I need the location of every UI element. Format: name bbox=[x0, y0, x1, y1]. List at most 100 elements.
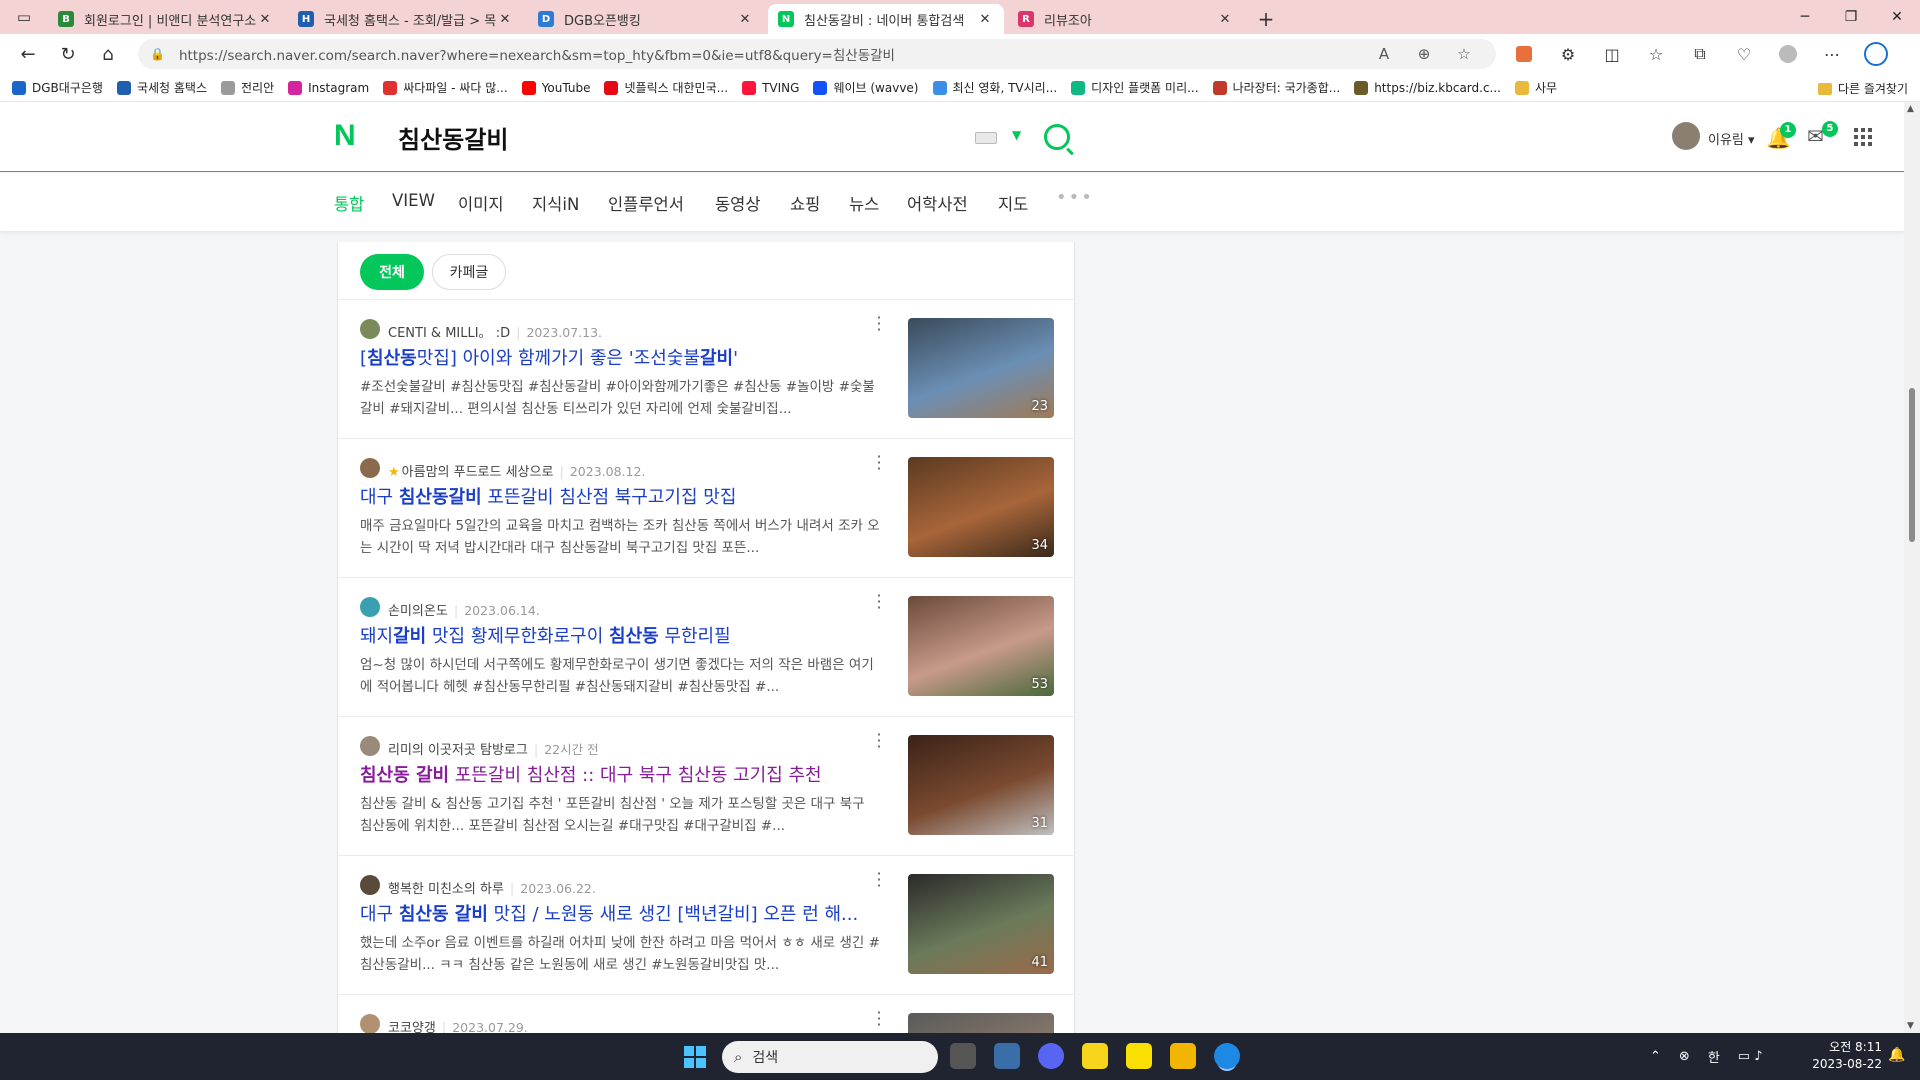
result-author[interactable]: 코코양갱 bbox=[388, 1021, 436, 1033]
tab-3[interactable]: 지식iN bbox=[532, 191, 579, 215]
bookmark-label[interactable]: 사무 bbox=[1535, 79, 1557, 96]
tab-6[interactable]: 쇼핑 bbox=[790, 191, 820, 215]
tab-title[interactable]: 리뷰조아 bbox=[1044, 10, 1216, 29]
autocomplete-toggle-icon[interactable]: ▼ bbox=[1012, 128, 1021, 142]
browser-tab[interactable]: N 침산동갈비 : 네이버 통합검색 ✕ bbox=[768, 4, 1004, 34]
result-snippet[interactable]: 했는데 소주or 음료 이벤트를 하길래 어차피 낮에 한잔 하려고 마음 먹어… bbox=[360, 932, 880, 976]
browser-tab[interactable]: H 국세청 홈택스 - 조회/발급 > 목록 ✕ bbox=[288, 4, 524, 34]
extensions-puzzle-icon[interactable]: ⚙ bbox=[1546, 38, 1590, 70]
read-aloud-icon[interactable]: A bbox=[1364, 45, 1404, 63]
lock-icon[interactable]: 🔒 bbox=[150, 47, 165, 61]
favorite-star-icon[interactable]: ☆ bbox=[1444, 45, 1484, 63]
title-part[interactable]: 맛집 황제무한화로구이 bbox=[426, 626, 609, 647]
avatar[interactable] bbox=[360, 875, 380, 895]
result-author[interactable]: 아름맘의 푸드로드 세상으로 bbox=[402, 465, 554, 480]
result-thumbnail[interactable]: 41 bbox=[908, 874, 1054, 974]
tab-5[interactable]: 동영상 bbox=[715, 191, 761, 215]
avatar[interactable] bbox=[360, 597, 380, 617]
more-tabs-icon[interactable]: ••• bbox=[1056, 187, 1094, 208]
avatar[interactable] bbox=[360, 319, 380, 339]
tab-7[interactable]: 뉴스 bbox=[849, 191, 879, 215]
other-bookmarks-label[interactable]: 다른 즐겨찾기 bbox=[1838, 80, 1908, 97]
bookmark-item[interactable]: 나라장터: 국가종합... bbox=[1212, 79, 1341, 96]
browser-tab[interactable]: B 회원로그인 | 비앤디 분석연구소 ✕ bbox=[48, 4, 284, 34]
clock[interactable]: 오전 8:11 2023-08-22 bbox=[1812, 1039, 1882, 1073]
result-thumbnail[interactable]: 23 bbox=[908, 318, 1054, 418]
bookmark-label[interactable]: 넷플릭스 대한민국... bbox=[624, 79, 728, 96]
title-part[interactable]: 침산동갈비 bbox=[399, 487, 482, 508]
bookmark-label[interactable]: TVING bbox=[762, 81, 799, 95]
result-author[interactable]: 손미의온도 bbox=[388, 604, 448, 619]
result-title-link[interactable]: 대구 침산동갈비 포뜬갈비 침산점 북구고기집 맛집 bbox=[360, 483, 880, 509]
more-options-icon[interactable]: · · · bbox=[874, 1005, 884, 1033]
bookmark-item[interactable]: Instagram bbox=[288, 80, 369, 95]
bookmark-label[interactable]: 웨이브 (wavve) bbox=[833, 79, 918, 96]
back-icon[interactable]: ← bbox=[8, 38, 48, 70]
bookmark-item[interactable]: YouTube bbox=[521, 80, 591, 95]
bookmark-item[interactable]: 최신 영화, TV시리... bbox=[932, 79, 1057, 96]
profile-icon[interactable] bbox=[1766, 38, 1810, 70]
title-part[interactable]: 무한리필 bbox=[659, 626, 730, 647]
bookmark-item[interactable]: DGB대구은행 bbox=[12, 79, 103, 96]
bookmark-item[interactable]: https://biz.kbcard.c... bbox=[1354, 80, 1501, 95]
kakaotalk-icon[interactable] bbox=[1126, 1043, 1152, 1069]
more-options-icon[interactable]: · · · bbox=[874, 727, 884, 755]
title-part[interactable]: 침산동 갈비 bbox=[399, 904, 488, 925]
tab-title[interactable]: 회원로그인 | 비앤디 분석연구소 bbox=[84, 10, 256, 29]
scroll-down-icon[interactable]: ▼ bbox=[1907, 1021, 1914, 1031]
tab-actions-icon[interactable]: ▭ bbox=[0, 0, 48, 34]
task-view-icon[interactable] bbox=[950, 1043, 976, 1069]
other-bookmarks[interactable]: 다른 즐겨찾기 bbox=[1817, 80, 1908, 97]
title-part[interactable]: 갈비 bbox=[700, 348, 733, 369]
favorites-icon[interactable]: ☆ bbox=[1634, 38, 1678, 70]
result-title-link[interactable]: 대구 침산동 갈비 맛집 / 노원동 새로 생긴 [백년갈비] 오픈 런 해..… bbox=[360, 900, 880, 926]
discord-icon[interactable] bbox=[1038, 1043, 1064, 1069]
search-icon[interactable] bbox=[1044, 124, 1070, 150]
tab-2[interactable]: 이미지 bbox=[458, 191, 504, 215]
zoom-icon[interactable]: ⊕ bbox=[1404, 45, 1444, 63]
bookmark-item[interactable]: 사무 bbox=[1515, 79, 1557, 96]
title-part[interactable]: 침산동 bbox=[609, 626, 659, 647]
sticky-notes-icon[interactable] bbox=[1082, 1043, 1108, 1069]
result-thumbnail[interactable]: 31 bbox=[908, 735, 1054, 835]
title-part[interactable]: 포뜬갈비 침산점 :: 대구 북구 침산동 고기집 추천 bbox=[449, 765, 822, 786]
bookmark-label[interactable]: DGB대구은행 bbox=[32, 79, 103, 96]
tab-8[interactable]: 어학사전 bbox=[907, 191, 968, 215]
minimize-icon[interactable]: ─ bbox=[1782, 0, 1828, 34]
result-author[interactable]: 리미의 이곳저곳 탐방로그 bbox=[388, 743, 528, 758]
avatar[interactable] bbox=[360, 736, 380, 756]
bookmark-label[interactable]: https://biz.kbcard.c... bbox=[1374, 81, 1501, 95]
more-menu-icon[interactable]: ⋯ bbox=[1810, 38, 1854, 70]
tab-title[interactable]: DGB오픈뱅킹 bbox=[564, 10, 736, 29]
tab-title[interactable]: 국세청 홈택스 - 조회/발급 > 목록 bbox=[324, 10, 496, 29]
edge-browser-icon[interactable] bbox=[1214, 1043, 1240, 1069]
tab-close-icon[interactable]: ✕ bbox=[256, 12, 274, 27]
filter-chip-cafe[interactable]: 카페글 bbox=[432, 254, 506, 290]
title-part[interactable]: 침산동 bbox=[367, 348, 417, 369]
tab-1[interactable]: VIEW bbox=[392, 191, 435, 210]
taskbar-search-box[interactable]: ⌕ 검색 bbox=[722, 1041, 938, 1073]
title-part[interactable]: 대구 bbox=[360, 487, 399, 508]
result-title-link[interactable]: [침산동맛집] 아이와 함께가기 좋은 '조선숯불갈비' bbox=[360, 344, 880, 370]
title-part[interactable]: ' bbox=[733, 348, 738, 369]
windows-start-icon[interactable] bbox=[684, 1046, 706, 1068]
user-name-menu[interactable]: 이유림 ▾ bbox=[1708, 129, 1755, 148]
bookmark-item[interactable]: 넷플릭스 대한민국... bbox=[604, 79, 728, 96]
tab-0[interactable]: 통합 bbox=[334, 191, 364, 215]
result-title-link[interactable]: 돼지갈비 맛집 황제무한화로구이 침산동 무한리필 bbox=[360, 622, 880, 648]
avatar[interactable] bbox=[360, 1014, 380, 1033]
scrollbar-thumb[interactable] bbox=[1909, 388, 1915, 542]
browser-tab[interactable]: D DGB오픈뱅킹 ✕ bbox=[528, 4, 764, 34]
result-snippet[interactable]: 엄~청 많이 하시던데 서구쪽에도 황제무한화로구이 생기면 좋겠다는 저의 작… bbox=[360, 654, 880, 698]
url-field[interactable]: 🔒 https://search.naver.com/search.naver?… bbox=[138, 39, 1496, 69]
home-icon[interactable]: ⌂ bbox=[88, 38, 128, 70]
bookmark-label[interactable]: 나라장터: 국가종합... bbox=[1233, 79, 1341, 96]
collections-icon[interactable]: ⧉ bbox=[1678, 38, 1722, 70]
more-options-icon[interactable]: · · · bbox=[874, 866, 884, 894]
bookmark-item[interactable]: 디자인 플랫폼 미리... bbox=[1071, 79, 1199, 96]
title-part[interactable]: 맛집 / 노원동 새로 생긴 [백년갈비] 오픈 런 해... bbox=[488, 904, 859, 925]
bookmark-label[interactable]: YouTube bbox=[542, 81, 591, 95]
close-window-icon[interactable]: ✕ bbox=[1874, 0, 1920, 34]
url-text[interactable]: https://search.naver.com/search.naver?wh… bbox=[179, 44, 1364, 64]
refresh-icon[interactable]: ↻ bbox=[48, 38, 88, 70]
